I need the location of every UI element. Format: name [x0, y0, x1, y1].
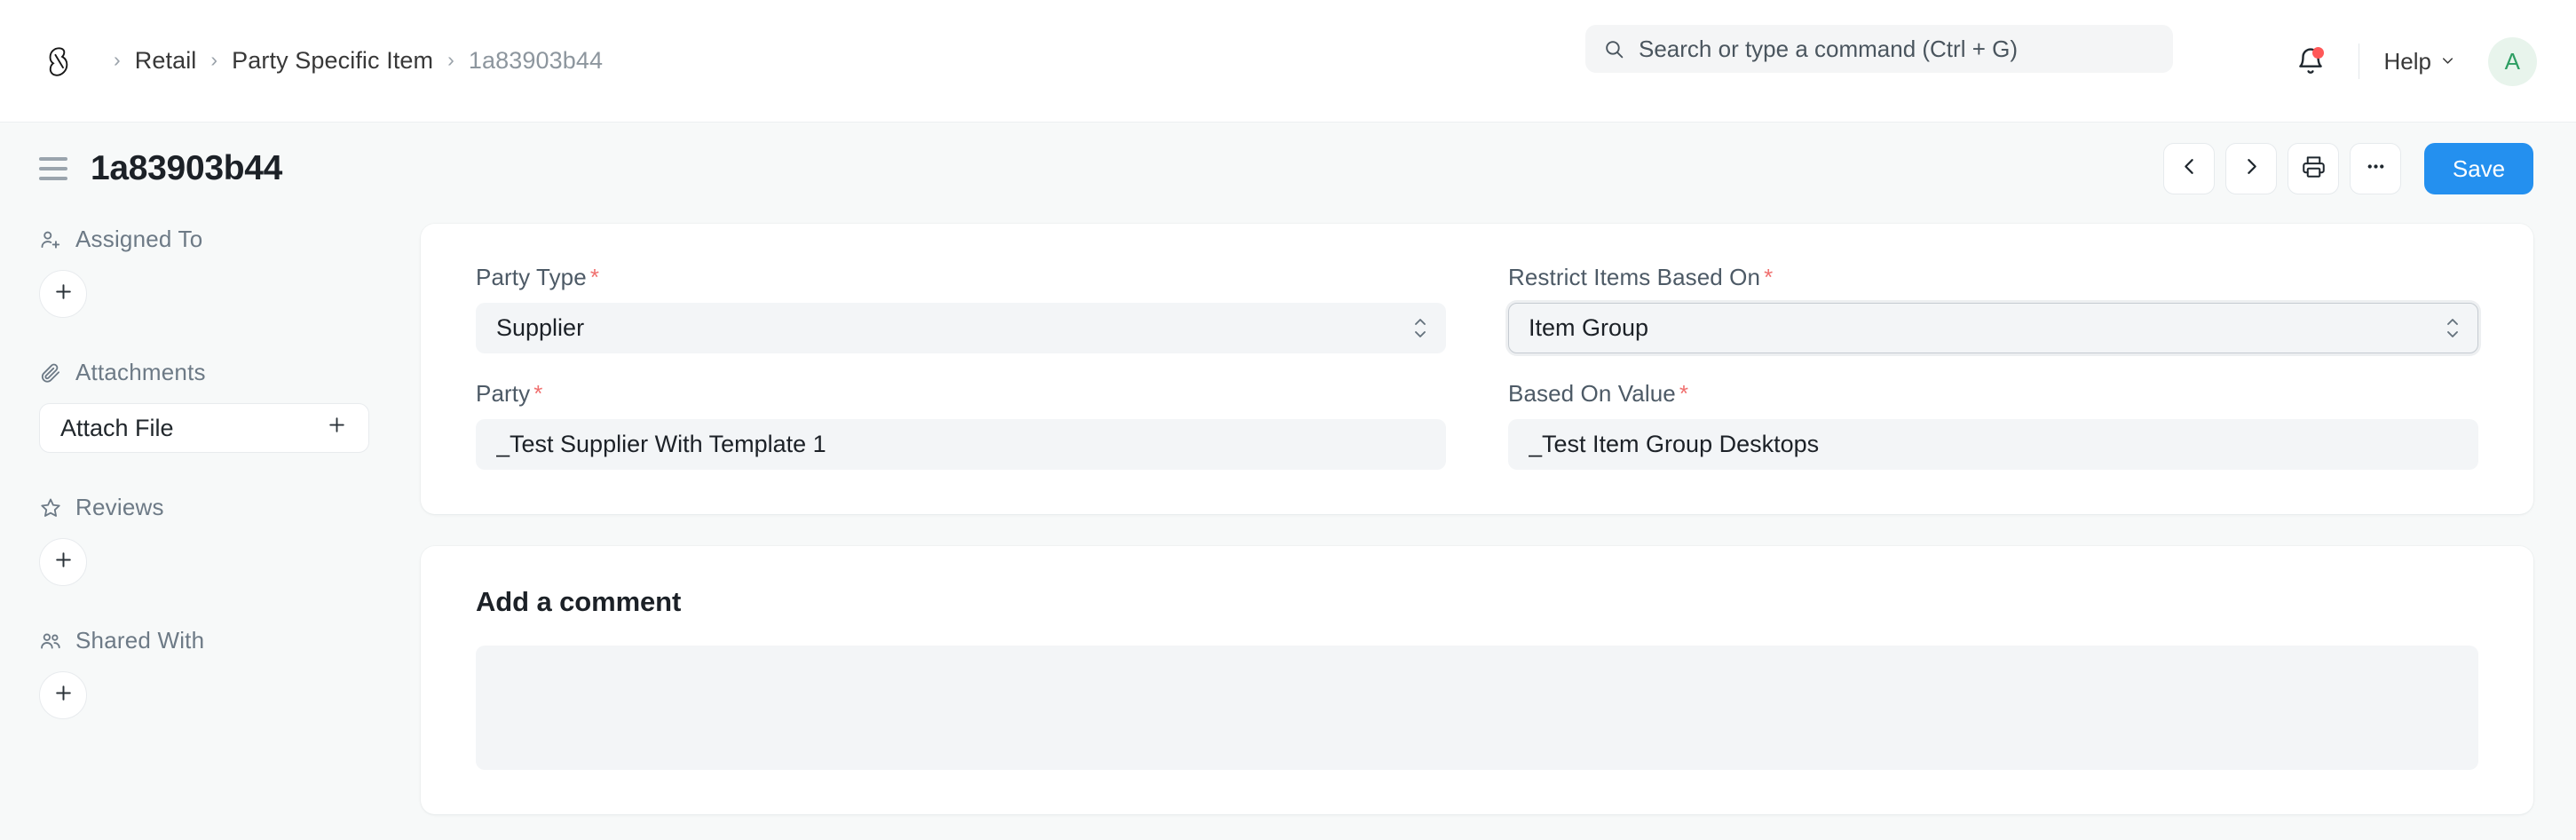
required-marker: * [590, 264, 599, 290]
sidebar-section-assigned-to: Assigned To [39, 226, 421, 318]
search-input[interactable]: Search or type a command (Ctrl + G) [1585, 25, 2173, 73]
sidebar-section-title: Attachments [75, 359, 206, 386]
field-value: _Test Item Group Desktops [1529, 431, 2460, 458]
search-placeholder: Search or type a command (Ctrl + G) [1639, 36, 2018, 63]
more-actions-button[interactable] [2350, 143, 2401, 194]
form-grid: Party Type* Supplier Restrict Items Base… [476, 264, 2478, 470]
breadcrumb-separator: › [447, 50, 454, 70]
search-icon [1603, 38, 1625, 60]
field-restrict-items-based-on: Restrict Items Based On* Item Group [1508, 264, 2478, 353]
attach-file-label: Attach File [60, 415, 174, 442]
plus-icon [52, 549, 75, 575]
sidebar-section-header: Assigned To [39, 226, 421, 253]
plus-icon [52, 281, 75, 307]
party-type-select[interactable]: Supplier [476, 303, 1446, 353]
breadcrumb-item-party-specific-item[interactable]: Party Specific Item [232, 47, 433, 75]
user-plus-icon [39, 228, 62, 251]
breadcrumb-separator: › [114, 50, 121, 70]
sidebar-section-shared-with: Shared With [39, 627, 421, 719]
up-down-chevrons-icon [1413, 318, 1427, 338]
field-label: Party Type* [476, 264, 1446, 291]
up-down-chevrons-icon [2446, 318, 2460, 338]
field-value: Item Group [1529, 314, 2437, 342]
sidebar-section-attachments: Attachments Attach File [39, 359, 421, 453]
page-header-actions: Save [2163, 123, 2533, 215]
field-value: _Test Supplier With Template 1 [496, 431, 1427, 458]
page-body: Assigned To Attachments A [0, 215, 2576, 814]
comment-card: Add a comment [421, 546, 2533, 814]
page-header-left: 1a83903b44 [39, 149, 282, 188]
field-label-text: Party Type [476, 264, 587, 290]
page-title: 1a83903b44 [91, 149, 282, 188]
restrict-items-based-on-select[interactable]: Item Group [1508, 303, 2478, 353]
add-comment-title: Add a comment [476, 586, 2478, 618]
printer-icon [2302, 155, 2326, 183]
paperclip-icon [39, 361, 62, 384]
notifications-button[interactable] [2286, 36, 2335, 86]
previous-document-button[interactable] [2163, 143, 2215, 194]
field-party: Party* _Test Supplier With Template 1 [476, 380, 1446, 470]
form-main: Party Type* Supplier Restrict Items Base… [421, 215, 2533, 814]
field-value: Supplier [496, 314, 1404, 342]
chevron-right-icon [2240, 155, 2263, 182]
print-button[interactable] [2288, 143, 2339, 194]
add-assignment-button[interactable] [39, 270, 87, 318]
form-details-card: Party Type* Supplier Restrict Items Base… [421, 224, 2533, 514]
field-label: Restrict Items Based On* [1508, 264, 2478, 291]
avatar-initial: A [2505, 48, 2521, 75]
navbar-left-group: › Retail › Party Specific Item › 1a83903… [39, 41, 603, 82]
sidebar-section-header: Shared With [39, 627, 421, 654]
global-search[interactable]: Search or type a command (Ctrl + G) [1585, 25, 2173, 73]
notification-badge-dot [2312, 47, 2324, 59]
field-label-text: Party [476, 380, 530, 407]
breadcrumb: › Retail › Party Specific Item › 1a83903… [99, 47, 603, 75]
field-label-text: Restrict Items Based On [1508, 264, 1760, 290]
chevron-left-icon [2178, 155, 2201, 182]
sidebar-section-reviews: Reviews [39, 494, 421, 586]
party-input[interactable]: _Test Supplier With Template 1 [476, 419, 1446, 470]
hamburger-menu-icon[interactable] [39, 153, 71, 185]
sidebar-section-header: Attachments [39, 359, 421, 386]
avatar[interactable]: A [2488, 37, 2537, 86]
required-marker: * [1764, 264, 1773, 290]
help-menu-button[interactable]: Help [2382, 43, 2458, 81]
comment-textarea[interactable] [476, 646, 2478, 770]
breadcrumb-separator: › [210, 50, 217, 70]
sidebar-section-title: Assigned To [75, 226, 202, 253]
field-based-on-value: Based On Value* _Test Item Group Desktop… [1508, 380, 2478, 470]
based-on-value-input[interactable]: _Test Item Group Desktops [1508, 419, 2478, 470]
help-label: Help [2384, 48, 2431, 75]
save-button[interactable]: Save [2424, 143, 2533, 194]
breadcrumb-item-current: 1a83903b44 [469, 47, 603, 75]
add-review-button[interactable] [39, 538, 87, 586]
star-icon [39, 496, 62, 519]
chevron-down-icon [2439, 48, 2456, 75]
field-label: Based On Value* [1508, 380, 2478, 408]
breadcrumb-item-retail[interactable]: Retail [135, 47, 197, 75]
ellipsis-icon [2364, 155, 2388, 183]
users-icon [39, 630, 62, 653]
required-marker: * [533, 380, 542, 407]
sidebar-section-title: Reviews [75, 494, 164, 521]
required-marker: * [1679, 380, 1688, 407]
navbar-right-group: Help A [2286, 0, 2537, 123]
page-header: 1a83903b44 [0, 123, 2576, 215]
frappe-cloud-logo-icon[interactable] [39, 41, 80, 82]
field-party-type: Party Type* Supplier [476, 264, 1446, 353]
field-label-text: Based On Value [1508, 380, 1676, 407]
next-document-button[interactable] [2225, 143, 2277, 194]
form-sidebar: Assigned To Attachments A [39, 215, 421, 760]
sidebar-section-title: Shared With [75, 627, 204, 654]
sidebar-section-header: Reviews [39, 494, 421, 521]
plus-icon [52, 682, 75, 709]
top-navbar: › Retail › Party Specific Item › 1a83903… [0, 0, 2576, 123]
plus-icon [326, 414, 348, 442]
field-label: Party* [476, 380, 1446, 408]
add-share-button[interactable] [39, 671, 87, 719]
attach-file-button[interactable]: Attach File [39, 403, 369, 453]
